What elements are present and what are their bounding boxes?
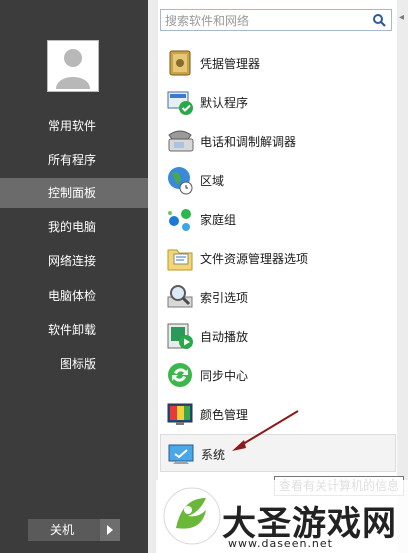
watermark-url: www.daseen.net [228, 537, 333, 550]
annotation-arrow-icon [232, 410, 299, 451]
